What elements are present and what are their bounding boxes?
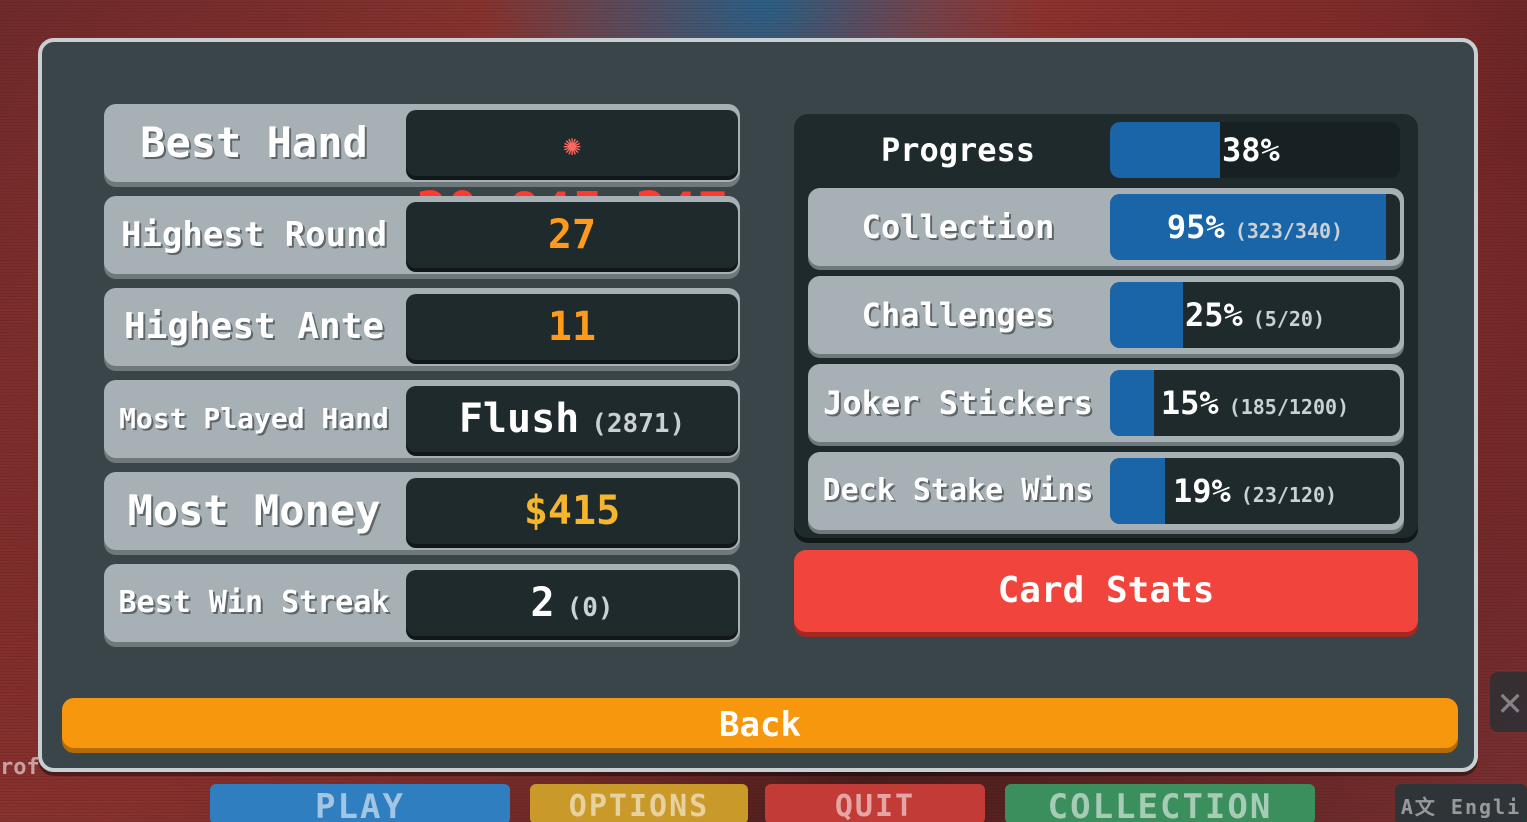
- play-button: PLAY: [210, 784, 510, 822]
- collection-progress-text: 95% (323/340): [1110, 194, 1400, 260]
- overall-progress-bar: 38%: [1110, 122, 1400, 178]
- overall-progress-label: Progress: [880, 131, 1036, 169]
- collection-label: Collection: [861, 208, 1055, 246]
- best-hand-row: Best Hand ✺ 30,945,347: [104, 104, 740, 242]
- best-hand-label: Best Hand: [140, 118, 368, 167]
- best-win-streak-label: Best Win Streak: [118, 585, 390, 620]
- challenges-progress-text: 25% (5/20): [1110, 282, 1400, 348]
- overall-progress-row: Progress 38%: [808, 122, 1404, 178]
- challenges-progress-bar: 25% (5/20): [1110, 282, 1400, 348]
- profile-label: rof: [0, 755, 40, 780]
- challenges-percent: 25%: [1184, 296, 1243, 334]
- back-button[interactable]: Back: [62, 698, 1458, 748]
- best-win-streak-value: 2: [530, 580, 555, 626]
- joker-stickers-label: Joker Stickers: [823, 384, 1093, 422]
- deck-stake-wins-detail: (23/120): [1240, 483, 1338, 507]
- joker-stickers-progress-bar: 15% (185/1200): [1110, 370, 1400, 436]
- joker-stickers-detail: (185/1200): [1228, 395, 1350, 419]
- best-win-streak-value-box: 2 (0): [406, 570, 738, 636]
- highest-round-value: 27: [406, 202, 738, 268]
- highest-ante-value: 11: [406, 294, 738, 360]
- best-win-streak-row: Best Win Streak 2 (0): [104, 564, 740, 642]
- collection-detail: (323/340): [1234, 219, 1344, 243]
- challenges-progress-row[interactable]: Challenges 25% (5/20): [808, 276, 1404, 354]
- collection-progress-row[interactable]: Collection 95% (323/340): [808, 188, 1404, 266]
- deck-stake-wins-label: Deck Stake Wins: [822, 473, 1094, 508]
- overall-progress-percent: 38%: [1222, 131, 1280, 169]
- challenges-detail: (5/20): [1252, 307, 1326, 331]
- most-played-hand-label: Most Played Hand: [119, 402, 389, 435]
- collection-button: COLLECTION: [1005, 784, 1315, 822]
- stats-panel: Best Hand ✺ 30,945,347 Highest Round 27 …: [38, 38, 1478, 772]
- joker-stickers-progress-text: 15% (185/1200): [1110, 370, 1400, 436]
- most-money-value: $415: [406, 478, 738, 544]
- most-played-hand-value: Flush: [458, 396, 580, 442]
- challenges-label: Challenges: [861, 296, 1055, 334]
- most-played-hand-row: Most Played Hand Flush (2871): [104, 380, 740, 458]
- joker-stickers-progress-row[interactable]: Joker Stickers 15% (185/1200): [808, 364, 1404, 442]
- highest-round-label: Highest Round: [120, 215, 388, 255]
- card-stats-button[interactable]: Card Stats: [794, 550, 1418, 632]
- options-button: OPTIONS: [530, 784, 748, 822]
- deck-stake-wins-percent: 19%: [1172, 472, 1231, 510]
- best-hand-value-box: ✺ 30,945,347: [406, 110, 738, 242]
- collection-progress-bar: 95% (323/340): [1110, 194, 1400, 260]
- highest-round-row: Highest Round 27: [104, 196, 740, 274]
- most-money-label: Most Money: [127, 486, 381, 535]
- current-win-streak: (0): [566, 593, 614, 623]
- deck-stake-wins-progress-bar: 19% (23/120): [1110, 458, 1400, 524]
- close-icon: ✕: [1490, 672, 1527, 732]
- main-menu-bar: PLAY OPTIONS QUIT COLLECTION A文 Engli: [0, 778, 1527, 822]
- collection-percent: 95%: [1166, 208, 1225, 246]
- most-played-hand-count: (2871): [591, 409, 686, 439]
- most-money-row: Most Money $415: [104, 472, 740, 550]
- deck-stake-wins-progress-row[interactable]: Deck Stake Wins 19% (23/120): [808, 452, 1404, 530]
- language-button: A文 Engli: [1395, 784, 1527, 822]
- highest-ante-label: Highest Ante: [123, 306, 385, 347]
- progress-panel: Progress 38% Collection 95% (323/340) Cha…: [794, 114, 1418, 538]
- quit-button: QUIT: [765, 784, 985, 822]
- deck-stake-wins-progress-text: 19% (23/120): [1110, 458, 1400, 524]
- highest-ante-row: Highest Ante 11: [104, 288, 740, 366]
- most-played-hand-value-box: Flush (2871): [406, 386, 738, 452]
- chip-icon: ✺: [562, 128, 582, 163]
- joker-stickers-percent: 15%: [1160, 384, 1219, 422]
